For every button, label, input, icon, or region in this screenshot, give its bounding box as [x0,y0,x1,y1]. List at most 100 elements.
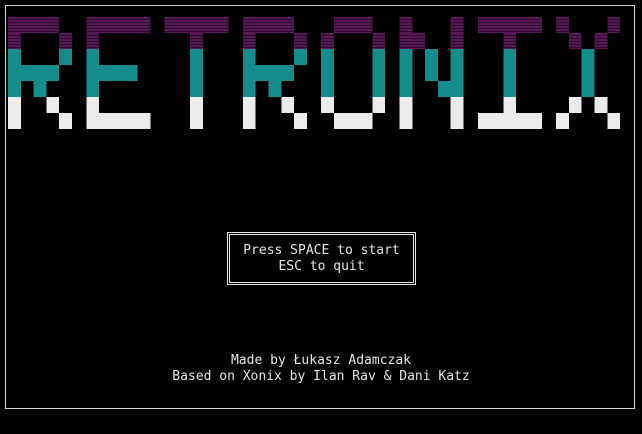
logo-block [503,49,517,65]
logo-scanline [242,38,256,39]
logo-scanline [111,31,125,32]
logo-scanline [124,31,138,32]
logo-scanline [124,28,138,29]
start-prompt[interactable]: Press SPACE to start [230,243,413,259]
logo-scanline [281,31,295,32]
logo-scanline [124,19,138,20]
logo-scanline [242,25,256,26]
logo-scanline [294,38,307,39]
logo-scanline [137,19,151,20]
logo-scanline [490,22,504,23]
logo-scanline [20,28,34,29]
logo-scanline [164,19,178,20]
logo-scanline [516,31,529,32]
logo-scanline [477,19,491,20]
logo-scanline [294,44,307,45]
logo-scanline [268,19,282,20]
logo-scanline [59,38,72,39]
logo-scanline [190,35,203,36]
logo-scanline [412,47,426,48]
based-on-credit: Based on Xonix by Ilan Rav & Dani Katz [172,369,470,384]
logo-scanline [255,31,269,32]
logo-scanline [321,41,334,42]
logo-scanline [503,22,517,23]
logo-scanline [190,41,203,42]
logo-scanline [412,35,426,36]
logo-scanline [594,47,608,48]
logo-scanline [242,19,256,20]
logo-block [556,113,569,129]
logo-scanline [190,22,203,23]
logo-scanline [450,19,464,20]
logo-scanline [529,22,542,23]
logo-scanline [334,25,347,26]
logo-letter-x [556,17,621,129]
logo-scanline [359,28,373,29]
logo-scanline [529,31,542,32]
logo-scanline [516,19,529,20]
logo-scanline [20,31,34,32]
logo-scanline [99,19,112,20]
logo-scanline [215,28,229,29]
logo-scanline [399,41,413,42]
logo-scanline [399,22,413,23]
logo-scanline [281,28,295,29]
logo-scanline [321,47,334,48]
logo-scanline [529,28,542,29]
logo-scanline [503,41,517,42]
logo-scanline [268,28,282,29]
logo-block [99,65,112,81]
logo-scanline [124,22,138,23]
logo-block [399,97,413,113]
logo-block [59,49,72,65]
logo-scanline [86,31,100,32]
logo-block [190,65,203,81]
logo-scanline [86,44,100,45]
logo-scanline [8,19,21,20]
logo-scanline [203,19,216,20]
logo-scanline [20,22,34,23]
logo-scanline [450,35,464,36]
logo-scanline [503,35,517,36]
logo-scanline [503,44,517,45]
logo-scanline [86,28,100,29]
logo-scanline [334,19,347,20]
retronix-logo [8,17,621,129]
logo-scanline [607,19,621,20]
logo-scanline [46,19,60,20]
logo-scanline [190,19,203,20]
logo-scanline [450,25,464,26]
logo-block [450,97,464,113]
logo-scanline [568,47,582,48]
logo-scanline [607,31,621,32]
logo-scanline [503,38,517,39]
logo-scanline [516,28,529,29]
logo-letter-t [164,17,229,129]
logo-scanline [477,22,491,23]
logo-scanline [137,31,151,32]
logo-scanline [477,28,491,29]
logo-block [425,65,438,81]
logo-scanline [568,35,582,36]
logo-block [59,113,72,129]
logo-block [503,65,517,81]
logo-block [242,113,256,129]
logo-scanline [490,19,504,20]
logo-block [334,113,347,129]
logo-scanline [281,19,295,20]
quit-prompt[interactable]: ESC to quit [230,259,413,275]
logo-scanline [399,47,413,48]
logo-scanline [59,35,72,36]
logo-scanline [86,25,100,26]
logo-scanline [556,31,569,32]
logo-block [255,65,269,81]
logo-block [86,65,100,81]
logo-scanline [321,44,334,45]
logo-scanline [190,28,203,29]
logo-block [321,81,334,97]
logo-scanline [86,41,100,42]
logo-block [190,113,203,129]
logo-scanline [177,31,191,32]
logo-scanline [190,31,203,32]
logo-scanline [359,31,373,32]
